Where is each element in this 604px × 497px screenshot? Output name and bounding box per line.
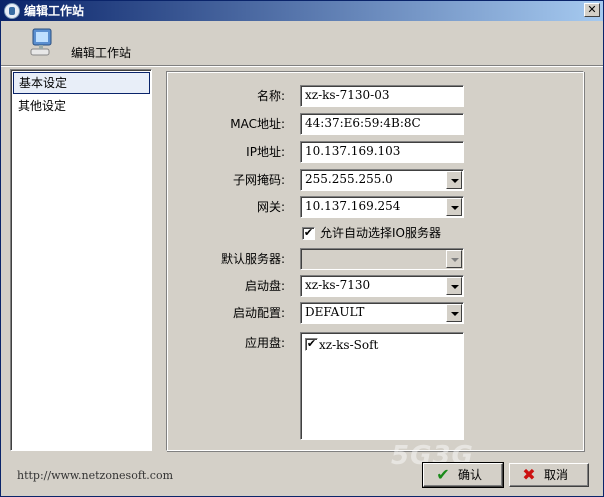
cancel-button-label: 取消 [544,468,569,482]
boot-disk-label: 启动盘: [244,279,285,293]
boot-disk-select[interactable]: xz-ks-7130 [300,275,464,297]
red-x-icon: ✖ [522,465,536,484]
cancel-button[interactable]: ✖ 取消 [509,463,589,487]
subnet-value: 255.255.255.0 [305,172,393,186]
subnet-select[interactable]: 255.255.255.0 [300,169,464,191]
name-label: 名称: [256,89,285,103]
subnet-label: 子网掩码: [232,173,285,187]
gateway-label: 网关: [256,200,285,214]
auto-io-label: 允许自动选择IO服务器 [320,226,441,240]
nav-item-basic[interactable]: 基本设定 [13,72,150,94]
footer-url: http://www.netzonesoft.com [17,469,174,482]
chevron-down-icon[interactable] [446,304,462,322]
window-title: 编辑工作站 [24,4,85,18]
mac-label: MAC地址: [230,117,285,131]
close-button[interactable]: ✕ [584,3,600,17]
ip-label: IP地址: [246,145,285,159]
ok-button-label: 确认 [458,468,483,482]
app-disk-item-checkbox[interactable]: ✔ [305,338,318,351]
gateway-value: 10.137.169.254 [305,199,401,213]
chevron-down-icon[interactable] [446,277,462,295]
header-divider [1,65,603,67]
ok-button[interactable]: ✔ 确认 [422,462,504,488]
boot-disk-value: xz-ks-7130 [305,278,371,292]
dialog-window: 编辑工作站 ✕ 编辑工作站 基本设定 其他设定 名称: xz-ks-7130-0… [0,0,604,497]
header-title: 编辑工作站 [71,46,132,60]
app-icon [4,3,20,19]
chevron-down-icon[interactable] [446,198,462,216]
boot-config-select[interactable]: DEFAULT [300,302,464,324]
checkmark-icon: ✔ [436,465,450,484]
mac-field[interactable]: 44:37:E6:59:4B:8C [300,113,464,135]
app-disk-list[interactable]: ✔ xz-ks-Soft [300,332,464,440]
default-server-select [300,248,464,270]
nav-item-other[interactable]: 其他设定 [13,96,150,118]
chevron-down-icon [446,250,462,268]
title-bar[interactable]: 编辑工作站 ✕ [1,1,603,21]
auto-io-checkbox[interactable]: ✔ [302,227,315,240]
gateway-select[interactable]: 10.137.169.254 [300,196,464,218]
app-disk-item-label: xz-ks-Soft [319,338,379,352]
app-disk-label: 应用盘: [244,336,285,350]
chevron-down-icon[interactable] [446,171,462,189]
ip-field[interactable]: 10.137.169.103 [300,141,464,163]
boot-config-value: DEFAULT [305,305,365,319]
nav-list: 基本设定 其他设定 [10,69,152,451]
name-field[interactable]: xz-ks-7130-03 [300,85,464,107]
default-server-label: 默认服务器: [220,252,285,266]
boot-config-label: 启动配置: [232,306,285,320]
computer-icon [30,28,52,56]
